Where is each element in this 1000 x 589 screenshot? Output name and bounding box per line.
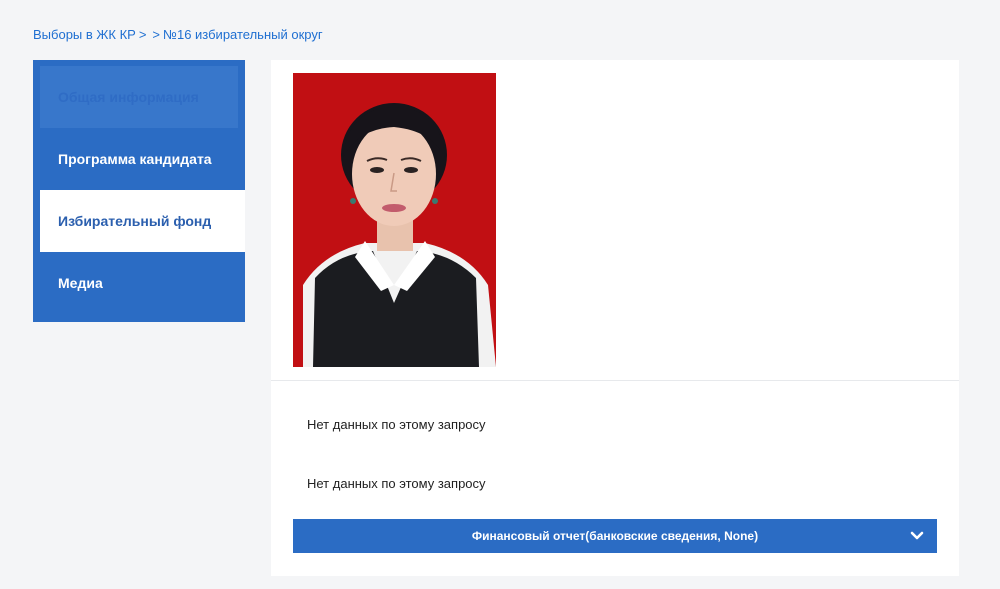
page: Выборы в ЖК КР > > №16 избирательный округ … [0, 0, 1000, 589]
sidebar-item-general-info[interactable]: Общая информация [40, 66, 238, 128]
sidebar-item-label: Программа кандидата [58, 151, 212, 167]
breadcrumb: Выборы в ЖК КР > > №16 избирательный округ [33, 27, 323, 42]
breadcrumb-current-district[interactable]: №16 избирательный округ [163, 27, 323, 42]
no-data-message: Нет данных по этому запросу [307, 417, 486, 432]
content-panel: Нет данных по этому запросу Нет данных п… [271, 60, 959, 576]
chevron-down-icon[interactable] [909, 528, 925, 544]
financial-report-accordion[interactable]: Финансовый отчет(банковские сведения, No… [293, 519, 937, 553]
breadcrumb-separator: > [152, 27, 161, 42]
candidate-photo [293, 73, 496, 367]
sidebar-item-label: Общая информация [58, 89, 199, 105]
sidebar-item-label: Избирательный фонд [58, 213, 212, 229]
sidebar-item-media[interactable]: Медиа [33, 252, 245, 314]
candidate-portrait-illustration [293, 73, 496, 367]
no-data-message: Нет данных по этому запросу [307, 476, 486, 491]
sidebar-item-label: Медиа [58, 275, 103, 291]
accordion-label: Финансовый отчет(банковские сведения, No… [471, 529, 759, 543]
sidebar-nav: Общая информация Программа кандидата Изб… [33, 60, 245, 322]
breadcrumb-separator: > [138, 27, 147, 42]
sidebar-item-candidate-program[interactable]: Программа кандидата [33, 128, 245, 190]
sidebar-item-election-fund[interactable]: Избирательный фонд [40, 190, 245, 252]
section-divider [271, 380, 959, 381]
breadcrumb-link-elections[interactable]: Выборы в ЖК КР [33, 27, 136, 42]
